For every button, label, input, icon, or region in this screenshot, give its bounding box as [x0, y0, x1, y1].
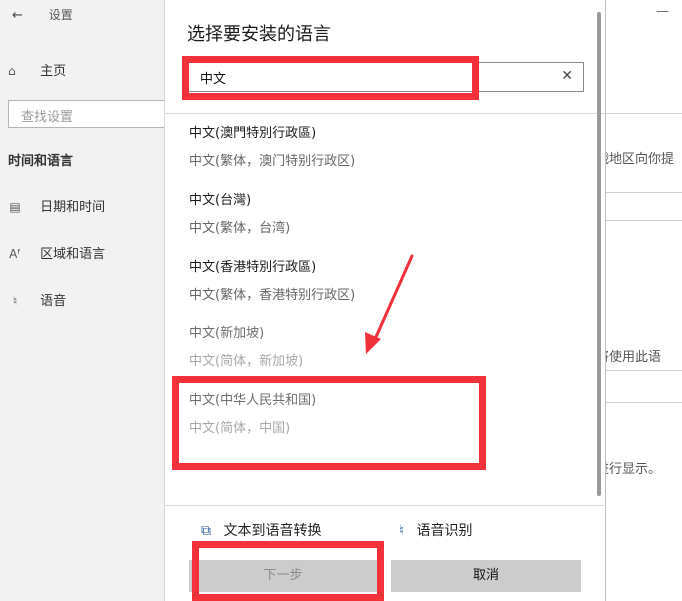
annotation-arrow [365, 254, 414, 354]
